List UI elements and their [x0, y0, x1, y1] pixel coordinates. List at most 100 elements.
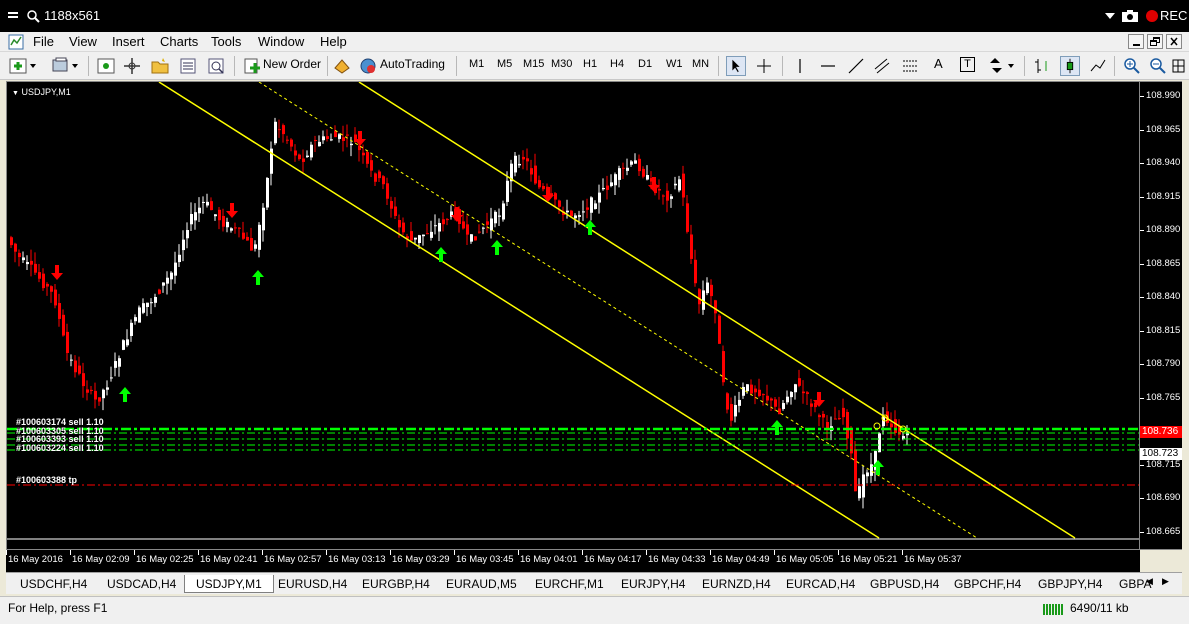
tab-euraud-m5[interactable]: EURAUD,M5 — [446, 575, 517, 593]
bar-chart-icon[interactable] — [1032, 56, 1052, 76]
tab-gbpusd-h4[interactable]: GBPUSD,H4 — [870, 575, 939, 593]
crosshair-icon[interactable] — [754, 56, 774, 76]
timeframe-h1[interactable]: H1 — [583, 58, 597, 70]
candle-body — [642, 168, 645, 177]
order-labels: #100603174 sell 1.10 #100603305 sell 1.1… — [16, 418, 104, 452]
app-icon[interactable] — [8, 34, 24, 50]
profiles-icon[interactable] — [50, 56, 80, 76]
candle-body — [478, 231, 481, 233]
autotrading-button[interactable]: AutoTrading — [380, 57, 445, 71]
candle-body — [366, 152, 369, 164]
fibonacci-icon[interactable] — [900, 56, 920, 76]
chart-area[interactable]: ▼ USDJPY,M1 #100603174 sell 1.10 #100603… — [6, 81, 1140, 550]
minimize-button[interactable] — [1128, 34, 1144, 49]
timeframe-mn[interactable]: MN — [692, 58, 709, 70]
timeframe-h4[interactable]: H4 — [610, 58, 624, 70]
folder-icon[interactable] — [150, 56, 170, 76]
terminal-icon[interactable] — [178, 56, 198, 76]
candle-body — [318, 141, 321, 147]
trendline-icon[interactable] — [846, 56, 866, 76]
timeframe-m15[interactable]: M15 — [523, 58, 544, 70]
record-icon[interactable] — [1145, 9, 1159, 23]
menu-help[interactable]: Help — [320, 34, 347, 49]
tabs-scroll-left-icon[interactable]: ◀ — [1146, 576, 1153, 587]
tab-usdcad-h4[interactable]: USDCAD,H4 — [107, 575, 176, 593]
tabs-scroll-right-icon[interactable]: ▶ — [1162, 576, 1169, 587]
arrows-tool-icon[interactable] — [986, 56, 1016, 76]
chart-canvas[interactable] — [7, 82, 1139, 549]
navigator-icon[interactable] — [122, 56, 142, 76]
buy-arrow — [119, 387, 131, 402]
connection-icon[interactable] — [1042, 602, 1066, 616]
menu-window[interactable]: Window — [258, 34, 304, 49]
timeframe-d1[interactable]: D1 — [638, 58, 652, 70]
price-tick-label: 108.865 — [1146, 257, 1181, 269]
tab-usdchf-h4[interactable]: USDCHF,H4 — [20, 575, 87, 593]
timeframe-m5[interactable]: M5 — [497, 58, 512, 70]
candle-body — [614, 174, 617, 186]
restore-button[interactable] — [1147, 34, 1163, 49]
expert-icon[interactable] — [332, 56, 352, 76]
line-chart-icon[interactable] — [1088, 56, 1108, 76]
grid-icon[interactable] — [1172, 56, 1186, 76]
zoom-icon[interactable] — [26, 9, 40, 23]
candle-body — [110, 377, 113, 379]
candle-body — [282, 125, 285, 135]
menu-tools[interactable]: Tools — [211, 34, 241, 49]
candle-body — [798, 378, 801, 386]
buy-arrow — [584, 220, 596, 235]
tab-eurchf-m1[interactable]: EURCHF,M1 — [535, 575, 604, 593]
tab-eurusd-h4[interactable]: EURUSD,H4 — [278, 575, 347, 593]
candle-body — [210, 201, 213, 211]
text-label-tool-button[interactable]: T — [960, 57, 975, 72]
candle-body — [706, 282, 709, 294]
text-tool-button[interactable]: A — [934, 56, 943, 71]
candle-body — [74, 360, 77, 373]
tab-gbpjpy-h4[interactable]: GBPJPY,H4 — [1038, 575, 1102, 593]
candle-body — [858, 486, 861, 499]
timeframe-m30[interactable]: M30 — [551, 58, 572, 70]
tab-eurnzd-h4[interactable]: EURNZD,H4 — [702, 575, 771, 593]
menu-file[interactable]: File — [33, 34, 54, 49]
candle-body — [10, 237, 13, 246]
time-tick-label: 16 May 03:13 — [328, 554, 386, 565]
equidistant-channel-icon[interactable] — [872, 56, 892, 76]
time-axis[interactable]: 16 May 2016 16 May 02:09 16 May 02:25 16 Ma… — [6, 550, 1140, 572]
tab-gbpchf-h4[interactable]: GBPCHF,H4 — [954, 575, 1021, 593]
market-watch-icon[interactable] — [96, 56, 116, 76]
window-menu-icon[interactable] — [6, 9, 20, 23]
horizontal-line-icon[interactable] — [818, 56, 838, 76]
candle-body — [254, 244, 257, 249]
zoom-in-icon[interactable] — [1122, 56, 1142, 76]
menu-insert[interactable]: Insert — [112, 34, 145, 49]
dropdown-icon[interactable] — [1103, 9, 1117, 23]
timeframe-m1[interactable]: M1 — [469, 58, 484, 70]
close-button[interactable] — [1166, 34, 1182, 49]
rec-label[interactable]: REC — [1160, 8, 1187, 23]
tab-eurcad-h4[interactable]: EURCAD,H4 — [786, 575, 855, 593]
tester-icon[interactable] — [206, 56, 226, 76]
candle-body — [294, 150, 297, 156]
autotrading-icon[interactable] — [358, 56, 378, 76]
symbol-dropdown-icon[interactable]: ▼ — [12, 90, 19, 97]
candle-body — [878, 433, 881, 453]
new-order-button[interactable]: New Order — [263, 57, 321, 71]
tab-usdjpy-m1[interactable]: USDJPY,M1 — [184, 575, 274, 593]
camera-icon[interactable] — [1121, 9, 1139, 23]
tab-eurgbp-h4[interactable]: EURGBP,H4 — [362, 575, 430, 593]
candlestick-icon[interactable] — [1060, 56, 1080, 76]
new-order-icon[interactable] — [242, 56, 262, 76]
price-axis[interactable]: 108.990 108.965 108.940 108.915 108.890 108.8… — [1140, 81, 1182, 550]
menu-charts[interactable]: Charts — [160, 34, 198, 49]
vertical-line-icon[interactable] — [790, 56, 810, 76]
tab-eurjpy-h4[interactable]: EURJPY,H4 — [621, 575, 685, 593]
chart-tabs: USDCHF,H4 USDCAD,H4 USDJPY,M1 EURUSD,H4 … — [6, 572, 1182, 594]
candle-body — [670, 196, 673, 199]
cursor-icon[interactable] — [726, 56, 746, 76]
new-chart-icon[interactable] — [8, 56, 38, 76]
zoom-out-icon[interactable] — [1148, 56, 1168, 76]
menu-view[interactable]: View — [69, 34, 97, 49]
candle-body — [390, 201, 393, 209]
timeframe-w1[interactable]: W1 — [666, 58, 683, 70]
candle-body — [414, 237, 417, 240]
